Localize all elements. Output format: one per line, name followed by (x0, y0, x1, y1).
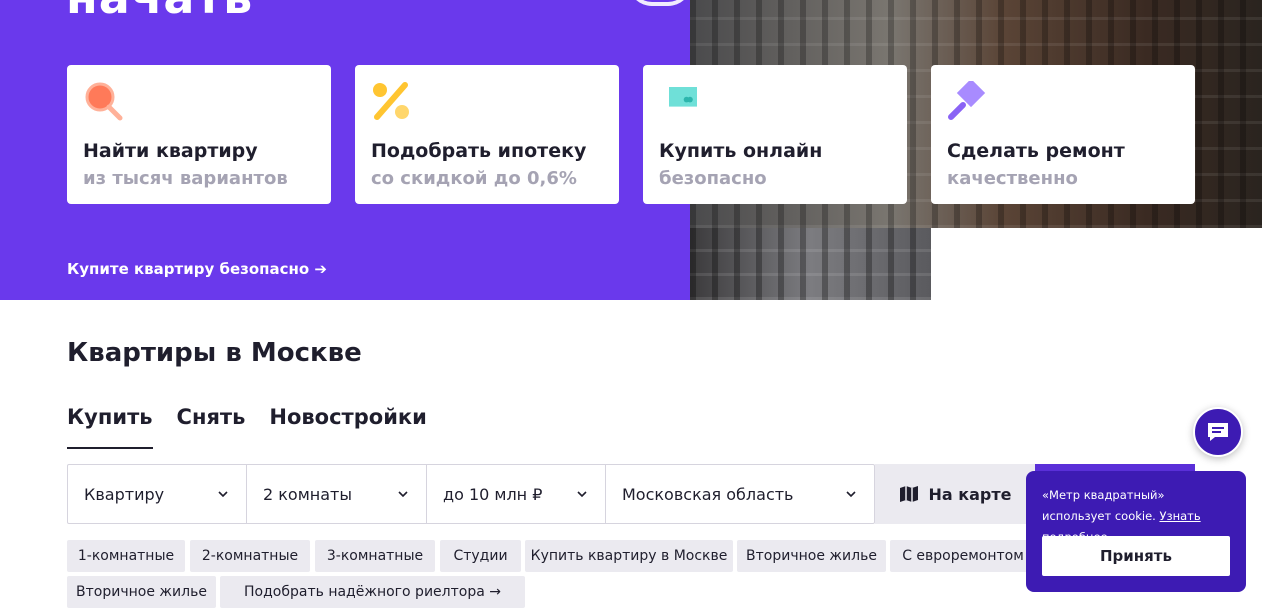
service-card-subtitle: из тысяч вариантов (83, 168, 288, 189)
hero-banner: начать Найти квартиру из тысяч вариантов… (0, 0, 1279, 300)
service-card-title: Найти квартиру (83, 140, 258, 162)
service-card-title: Купить онлайн (659, 140, 823, 162)
map-icon (899, 486, 918, 502)
service-card-mortgage[interactable]: Подобрать ипотеку со скидкой до 0,6% (355, 65, 619, 204)
safe-purchase-link[interactable]: Купите квартиру безопасно ➔ (67, 260, 327, 278)
property-type-select[interactable]: Квартиру (68, 465, 247, 523)
chevron-down-icon (398, 491, 408, 498)
show-on-map-button[interactable]: На карте (875, 464, 1035, 524)
service-card-subtitle: качественно (947, 168, 1078, 189)
service-card-buy-online[interactable]: Купить онлайн безопасно (643, 65, 907, 204)
page-title: Квартиры в Москве (67, 338, 362, 368)
chat-icon (1208, 423, 1228, 441)
card-icon (669, 87, 697, 107)
region-select[interactable]: Московская область (606, 465, 874, 523)
cookie-banner: «Метр квадратный» использует cookie. Узн… (1026, 471, 1246, 592)
chip-secondary-2[interactable]: Вторичное жилье (67, 576, 216, 608)
chip-2-room[interactable]: 2-комнатные (190, 540, 310, 572)
service-card-renovation[interactable]: Сделать ремонт качественно (931, 65, 1195, 204)
service-card-title: Подобрать ипотеку (371, 140, 587, 162)
chip-1-room[interactable]: 1-комнатные (67, 540, 185, 572)
deal-type-tabs: Купить Снять Новостройки (67, 405, 427, 449)
search-filters: Квартиру 2 комнаты до 10 млн ₽ Московска… (67, 464, 875, 524)
chip-euro-renovation[interactable]: С евроремонтом (890, 540, 1036, 572)
cookie-accept-button[interactable]: Принять (1042, 536, 1230, 576)
price-value: до 10 млн ₽ (443, 484, 543, 504)
paint-roller-icon (948, 81, 986, 120)
show-on-map-label: На карте (928, 484, 1012, 504)
region-value: Московская область (622, 484, 794, 504)
cookie-message: «Метр квадратный» использует cookie. (1042, 488, 1165, 523)
tab-new-buildings[interactable]: Новостройки (269, 405, 426, 449)
chevron-down-icon (577, 491, 587, 498)
tab-rent[interactable]: Снять (177, 405, 246, 449)
magnifier-icon (85, 82, 123, 121)
service-card-subtitle: со скидкой до 0,6% (371, 168, 577, 189)
hero-decor-ring (628, 0, 692, 6)
service-card-title: Сделать ремонт (947, 140, 1125, 162)
service-card-subtitle: безопасно (659, 168, 767, 189)
chat-button[interactable] (1193, 407, 1243, 457)
price-select[interactable]: до 10 млн ₽ (427, 465, 606, 523)
hero-title: начать (66, 0, 253, 24)
chip-secondary[interactable]: Вторичное жилье (737, 540, 886, 572)
chip-find-realtor[interactable]: Подобрать надёжного риелтора → (220, 576, 525, 608)
property-type-value: Квартиру (84, 484, 165, 504)
chip-3-room[interactable]: 3-комнатные (315, 540, 435, 572)
chip-studios[interactable]: Студии (440, 540, 521, 572)
percent-icon (373, 82, 409, 120)
rooms-value: 2 комнаты (263, 484, 353, 504)
rooms-select[interactable]: 2 комнаты (247, 465, 427, 523)
service-card-find-apartment[interactable]: Найти квартиру из тысяч вариантов (67, 65, 331, 204)
chevron-down-icon (218, 491, 228, 498)
chip-buy-moscow[interactable]: Купить квартиру в Москве (525, 540, 733, 572)
tab-buy[interactable]: Купить (67, 405, 153, 449)
hero-building-photo-lower (690, 228, 931, 300)
chevron-down-icon (846, 491, 856, 498)
